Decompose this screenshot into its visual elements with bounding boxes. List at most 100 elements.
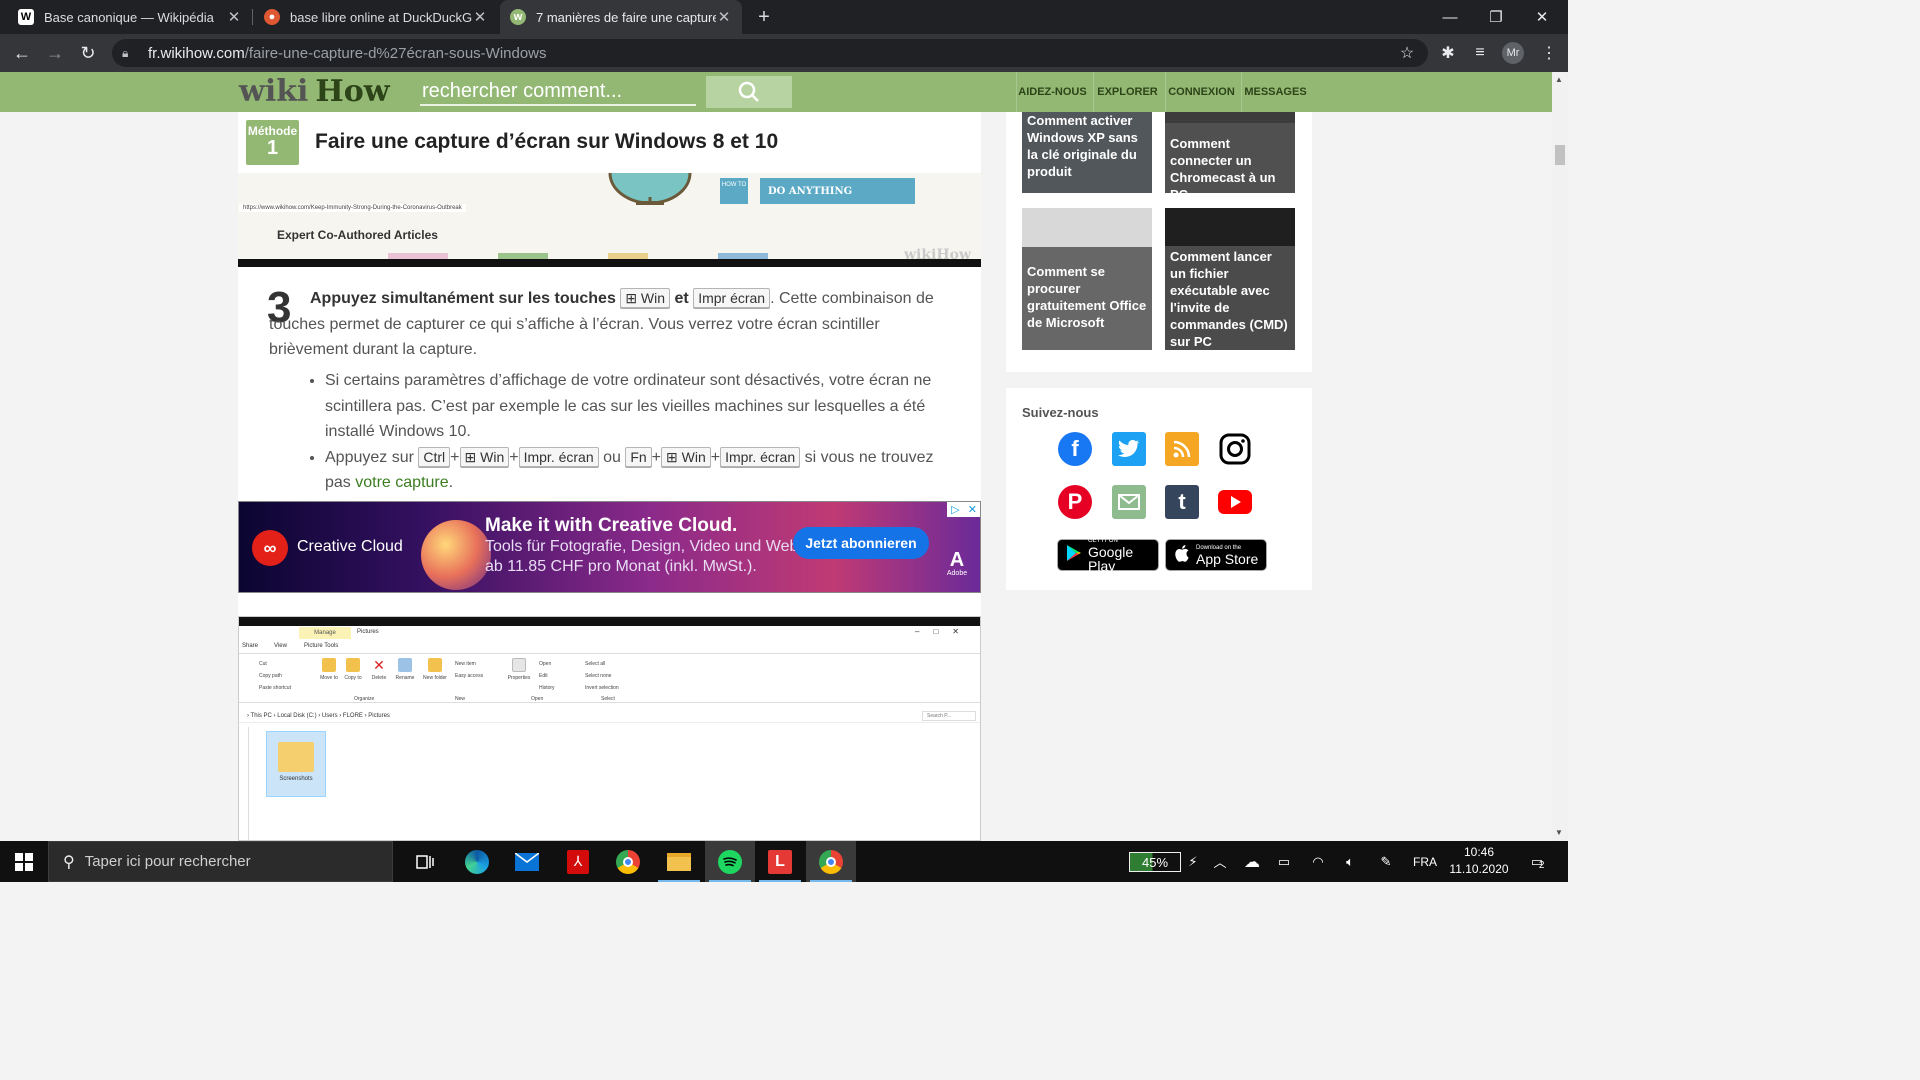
close-tab-icon[interactable]: ✕ (472, 8, 488, 26)
ribbon-label: History (539, 685, 555, 691)
forward-icon[interactable]: → (41, 39, 69, 67)
scrollbar-thumb[interactable] (1555, 145, 1565, 165)
related-article[interactable]: Comment connecter un Chromecast à un PC (1165, 112, 1295, 193)
restore-icon[interactable]: ❐ (1473, 0, 1519, 34)
related-article[interactable]: Comment lancer un fichier exécutable ave… (1165, 208, 1295, 350)
creative-cloud-ad[interactable]: ∞ Creative Cloud Make it with Creative C… (238, 501, 981, 593)
notifications-button[interactable]: ▭ 2 (1522, 841, 1552, 882)
instagram-icon[interactable] (1218, 432, 1252, 466)
pinterest-icon[interactable]: P (1058, 485, 1092, 519)
folder-icon (278, 742, 314, 772)
extensions-icon[interactable]: ✱ (1436, 41, 1460, 65)
tab-wikipedia[interactable]: W Base canonique — Wikipédia ✕ (8, 0, 252, 34)
article-title: Comment activer Windows XP sans la clé o… (1022, 112, 1152, 193)
plug-icon[interactable]: ⚡︎ (1184, 841, 1202, 882)
bookmark-star-icon[interactable]: ☆ (1395, 41, 1419, 65)
step-image-file-explorer[interactable]: Manage Pictures –□✕ Share View Picture T… (238, 616, 981, 841)
ad-subscribe-button[interactable]: Jetzt abonnieren (793, 527, 929, 559)
explorer-address-bar: › This PC › Local Disk (C:) › Users › FL… (239, 709, 980, 723)
search-input[interactable]: rechercher comment... (420, 78, 696, 106)
clock[interactable]: 10:46 11.10.2020 (1444, 844, 1514, 878)
tumblr-icon[interactable]: t (1165, 485, 1199, 519)
step-and: et (674, 290, 689, 307)
chevron-up-icon[interactable]: ︿ (1210, 841, 1230, 882)
tab-duckduckgo[interactable]: ● base libre online at DuckDuckGo ✕ (254, 0, 498, 34)
tab-wikihow[interactable]: w 7 manières de faire une capture d ✕ (500, 0, 742, 34)
planet-illustration (421, 520, 491, 590)
pen-icon[interactable]: ✎ (1374, 841, 1398, 882)
app-store-badge[interactable]: Download on the App Store (1165, 539, 1267, 571)
nav-aidez-nous[interactable]: AIDEZ-NOUS (1016, 72, 1088, 112)
scroll-down-icon[interactable]: ▼ (1555, 828, 1563, 837)
adchoices-icon[interactable]: ▷ (951, 503, 959, 516)
votre-capture-link[interactable]: votre capture (355, 474, 448, 491)
do-anything-banner: DO ANYTHING (760, 178, 915, 204)
key-win: ⊞ Win (661, 446, 711, 467)
ribbon-label: Select none (585, 673, 612, 679)
menu-kebab-icon[interactable]: ⋮ (1537, 41, 1561, 65)
delete-button: ✕ Delete (367, 658, 391, 681)
battery-icon[interactable]: ▭ (1272, 841, 1296, 882)
taskbar-mail[interactable] (502, 841, 552, 882)
select-group: Select all Select none Invert selection (585, 658, 619, 694)
address-bar[interactable]: 🔒︎ fr.wikihow.com/faire-une-capture-d%27… (112, 39, 1428, 67)
ribbon-tabs: Share View Picture Tools (239, 626, 980, 652)
reload-icon[interactable]: ↻ (74, 39, 102, 67)
app-store-text: Download on the App Store (1196, 544, 1258, 566)
wikihow-header: wiki How rechercher comment... AIDEZ-NOUS… (0, 72, 1552, 112)
ad-choices[interactable]: ▷ ✕ (947, 502, 980, 517)
related-article[interactable]: Comment se procurer gratuitement Office … (1022, 208, 1152, 350)
media-control-icon[interactable]: ≡ (1468, 41, 1492, 65)
copy-to-button: Copy to (341, 658, 365, 681)
task-view-button[interactable] (400, 841, 450, 882)
taskbar-search[interactable]: ⚲ Taper ici pour rechercher (48, 841, 393, 882)
google-play-badge[interactable]: GET IT ON Google Play (1057, 538, 1159, 573)
folder-icon (428, 658, 442, 672)
youtube-icon[interactable] (1218, 485, 1252, 519)
nav-connexion[interactable]: CONNEXION (1165, 72, 1237, 112)
email-icon[interactable] (1112, 485, 1146, 519)
wifi-icon[interactable]: ◠ (1306, 841, 1330, 882)
back-icon[interactable]: ← (8, 39, 36, 67)
ad-close-icon[interactable]: ✕ (968, 503, 977, 516)
onedrive-icon[interactable]: ☁ (1240, 841, 1264, 882)
close-tab-icon[interactable]: ✕ (716, 8, 732, 26)
taskbar-search-placeholder: Taper ici pour rechercher (84, 853, 251, 870)
taskbar-app-l[interactable]: L (755, 841, 805, 882)
twitter-icon[interactable] (1112, 432, 1146, 466)
wikihow-logo[interactable]: wiki How (239, 73, 390, 111)
ribbon-label: Invert selection (585, 685, 619, 691)
scroll-up-icon[interactable]: ▲ (1555, 75, 1563, 84)
language-indicator[interactable]: FRA (1410, 841, 1440, 882)
battery-meter[interactable]: 45% (1129, 852, 1181, 872)
search-button[interactable] (706, 76, 792, 108)
nav-explorer[interactable]: EXPLORER (1093, 72, 1161, 112)
rename-button: Rename (393, 658, 417, 681)
step-bold-intro: Appuyez simultanément sur les touches (310, 290, 616, 307)
taskbar-edge[interactable] (452, 841, 502, 882)
url-host: fr.wikihow.com (148, 44, 245, 62)
taskbar-acrobat[interactable]: ⅄ (553, 841, 603, 882)
minimize-icon[interactable]: — (1427, 0, 1473, 34)
related-article[interactable]: Comment activer Windows XP sans la clé o… (1022, 112, 1152, 193)
group-label: New (455, 696, 466, 702)
bullet-item: Si certains paramètres d’affichage de vo… (325, 368, 949, 445)
nav-messages[interactable]: MESSAGES (1241, 72, 1309, 112)
ribbon-label: Cut (259, 661, 267, 667)
windows-logo-icon (15, 852, 33, 871)
rss-icon[interactable] (1165, 432, 1199, 466)
taskbar-spotify[interactable] (705, 841, 755, 882)
facebook-icon[interactable]: f (1058, 432, 1092, 466)
period: . (448, 474, 454, 491)
start-button[interactable] (0, 841, 48, 882)
taskbar-chrome[interactable] (603, 841, 653, 882)
close-window-icon[interactable]: ✕ (1519, 0, 1565, 34)
step-image-wikihow-page[interactable]: HOW TO DO ANYTHING https://www.wikihow.c… (238, 173, 981, 267)
profile-avatar[interactable]: Mr (1502, 42, 1524, 64)
taskbar-file-explorer[interactable] (654, 841, 704, 882)
page-scrollbar[interactable]: ▲ ▼ (1552, 72, 1568, 841)
new-tab-button[interactable]: + (748, 0, 780, 34)
volume-icon[interactable]: 🔈︎ (1338, 841, 1362, 882)
close-tab-icon[interactable]: ✕ (226, 8, 242, 26)
taskbar-chrome-active[interactable] (806, 841, 856, 882)
